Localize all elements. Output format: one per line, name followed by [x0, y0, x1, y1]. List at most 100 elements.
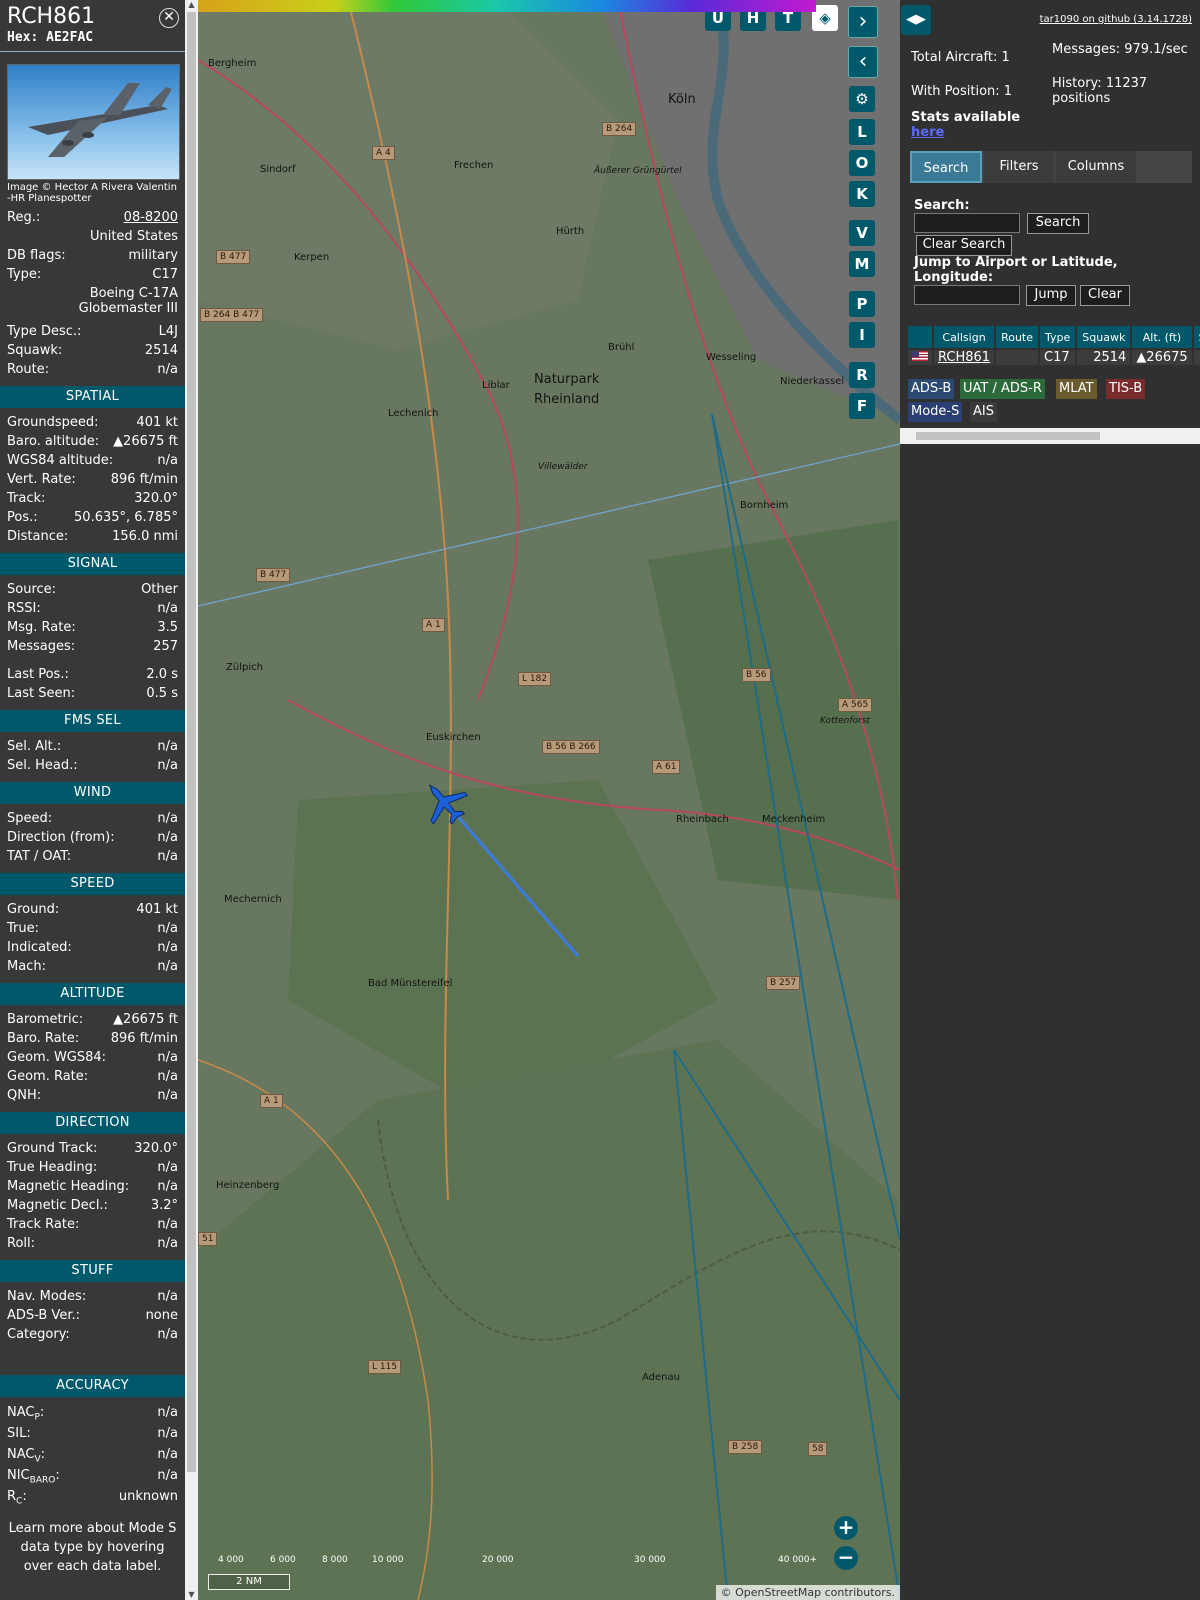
table-header-cell[interactable]: Callsign: [934, 326, 995, 348]
info-row-label: Nav. Modes:: [7, 1289, 87, 1304]
hscroll-thumb[interactable]: [916, 432, 1100, 440]
jump-input[interactable]: [914, 285, 1020, 305]
info-row: Ground: 401 kt: [0, 900, 185, 919]
nicbaro-value: n/a: [157, 1468, 178, 1483]
tab-search[interactable]: Search: [910, 151, 982, 183]
dbflags-label: DB flags:: [7, 248, 66, 263]
map-place-label: Brühl: [608, 342, 635, 353]
info-row-label: Magnetic Decl.:: [7, 1198, 108, 1213]
info-row: Speed: n/a: [0, 809, 185, 828]
badge-modes[interactable]: Mode-S: [908, 402, 963, 422]
clear-search-button[interactable]: Clear Search: [916, 235, 1012, 256]
table-header-cell[interactable]: Spd: [1193, 326, 1200, 348]
signal-rows: Source: Other RSSI: n/a Msg. Rate: 3.5 Message…: [0, 580, 185, 656]
hex-line: Hex: AE2FAC: [7, 30, 178, 45]
info-row-value: 401 kt: [136, 415, 178, 430]
map-place-label: Bergheim: [208, 58, 257, 69]
map-button-l[interactable]: L: [849, 119, 875, 145]
reg-link[interactable]: 08-8200: [124, 208, 178, 227]
map-place-label: Meckenheim: [762, 814, 826, 825]
typedesc-label: Type Desc.:: [7, 324, 82, 339]
aircraft-table-body: RCH861 C17 2514 ▲26675: [908, 350, 1200, 365]
nicbaro-sub: BARO: [29, 1475, 56, 1486]
map-road-label: B 258: [728, 1440, 763, 1454]
map-view[interactable]: Köln Bergheim Frechen Sindorf Kerpen Hürth Brü…: [198, 0, 900, 1600]
table-horizontal-scrollbar[interactable]: [900, 428, 1200, 444]
clear-button[interactable]: Clear: [1080, 285, 1130, 306]
next-arrow-icon[interactable]: ›: [848, 6, 878, 38]
dbflags-value: military: [128, 248, 178, 263]
nacv-sub: V: [34, 1454, 41, 1465]
type-label: Type:: [7, 267, 42, 282]
info-row: Messages: 257: [0, 637, 185, 656]
badge-adsb[interactable]: ADS-B: [908, 379, 955, 399]
altitude-tick-label: 20 000: [482, 1555, 514, 1565]
map-canvas: [198, 0, 900, 1600]
badge-ais[interactable]: AIS: [970, 402, 997, 422]
selected-callsign: RCH861: [7, 4, 96, 29]
info-row-label: Mach:: [7, 959, 46, 974]
info-row: True: n/a: [0, 919, 185, 938]
tab-columns[interactable]: Columns: [1056, 151, 1136, 183]
table-cell: [996, 350, 1038, 365]
info-row-value: 3.2°: [150, 1198, 178, 1213]
map-button-p[interactable]: P: [849, 291, 875, 317]
badge-tisb[interactable]: TIS-B: [1106, 379, 1146, 399]
map-button-o[interactable]: O: [849, 150, 875, 176]
info-row-label: WGS84 altitude:: [7, 453, 114, 468]
search-input[interactable]: [914, 213, 1020, 233]
info-panel-scrollbar[interactable]: ▲ ▼: [185, 0, 198, 1600]
map-button-v[interactable]: V: [849, 220, 875, 246]
info-row: Sel. Alt.: n/a: [0, 737, 185, 756]
map-button-r[interactable]: R: [849, 362, 875, 388]
map-button-m[interactable]: M: [849, 251, 875, 277]
hex-label: Hex:: [7, 30, 39, 45]
aircraft-photo[interactable]: [7, 64, 180, 180]
scrollbar-thumb[interactable]: [187, 12, 196, 1472]
info-row-value: 156.0 nmi: [112, 529, 178, 544]
table-row[interactable]: RCH861 C17 2514 ▲26675: [908, 350, 1200, 365]
table-header-cell[interactable]: Type: [1040, 326, 1076, 348]
aircraft-info-panel: RCH861 Hex: AE2FAC ✕ Image © Hector A Ri…: [0, 0, 185, 1600]
close-icon[interactable]: ✕: [159, 8, 179, 28]
messages-rate: Messages: 979.1/sec: [1052, 42, 1188, 57]
jump-button[interactable]: Jump: [1026, 285, 1076, 306]
table-header-cell[interactable]: [908, 326, 932, 348]
info-row-value: n/a: [157, 1217, 178, 1232]
info-row-value: n/a: [157, 453, 178, 468]
stats-text: Stats available: [911, 110, 1021, 125]
map-button-k[interactable]: K: [849, 181, 875, 207]
info-row: Vert. Rate: 896 ft/min: [0, 470, 185, 489]
badge-uat[interactable]: UAT / ADS-R: [960, 379, 1045, 399]
map-road-label: B 264: [602, 122, 637, 136]
search-button[interactable]: Search: [1027, 213, 1089, 234]
map-button-i[interactable]: I: [849, 322, 875, 348]
settings-gear-icon[interactable]: ⚙: [849, 86, 875, 112]
prev-arrow-icon[interactable]: ‹: [848, 46, 878, 78]
zoom-out-button[interactable]: −: [834, 1546, 858, 1570]
hex-value: AE2FAC: [46, 30, 94, 45]
tab-filters[interactable]: Filters: [984, 151, 1054, 183]
zoom-in-button[interactable]: +: [834, 1516, 858, 1540]
search-tabs: Search Filters Columns: [910, 151, 1192, 183]
reg-row: Reg.: 08-8200: [0, 208, 185, 227]
info-row: Geom. Rate: n/a: [0, 1067, 185, 1086]
stats-link[interactable]: here: [911, 125, 944, 140]
table-header-cell[interactable]: Squawk: [1077, 326, 1131, 348]
map-attribution[interactable]: © OpenStreetMap contributors.: [715, 1585, 900, 1600]
table-header-cell[interactable]: Route: [996, 326, 1038, 348]
info-row-value: n/a: [157, 849, 178, 864]
info-row-label: Distance:: [7, 529, 69, 544]
table-header-cell[interactable]: Alt. (ft): [1132, 326, 1192, 348]
map-place-label: Rheinland: [534, 392, 600, 407]
info-row-label: Direction (from):: [7, 830, 115, 845]
nacp-sub: P: [34, 1412, 40, 1423]
map-button-f[interactable]: F: [849, 393, 875, 419]
section-stuff: STUFF: [0, 1260, 185, 1282]
scroll-up-icon[interactable]: ▲: [185, 0, 198, 10]
sidebar-toggle-icon[interactable]: ◀▶: [901, 5, 931, 35]
version-link[interactable]: tar1090 on github (3.14.1728): [1040, 14, 1192, 25]
scroll-down-icon[interactable]: ▼: [185, 1590, 198, 1600]
badge-mlat[interactable]: MLAT: [1056, 379, 1097, 399]
map-place-label: Heinzenberg: [216, 1180, 280, 1191]
